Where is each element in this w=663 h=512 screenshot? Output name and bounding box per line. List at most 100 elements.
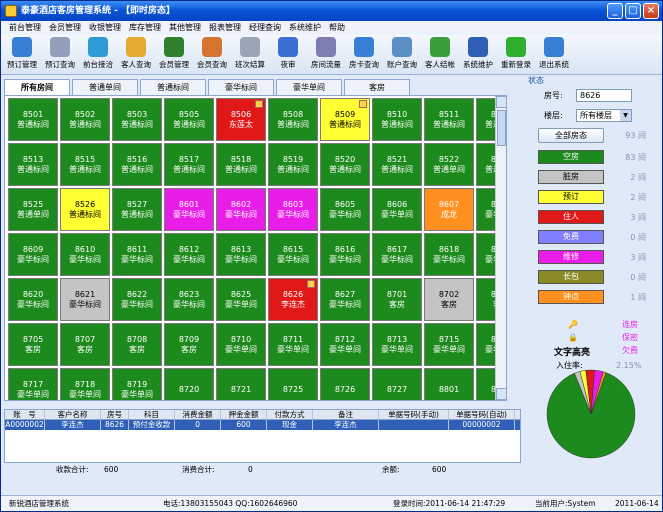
tab[interactable]: 普通单间 <box>72 79 138 95</box>
room-tile[interactable]: 8605 豪华标间 <box>320 188 370 231</box>
room-tile[interactable]: 8505 普通标间 <box>164 98 214 141</box>
room-tile[interactable]: 8709 客房 <box>164 323 214 366</box>
room-tile[interactable]: 8518 普通标间 <box>216 143 266 186</box>
toolbar-button[interactable]: 客人查询 <box>117 35 155 75</box>
toolbar-button[interactable]: 预订管理 <box>3 35 41 75</box>
room-tile[interactable]: 8526 普通标间 <box>60 188 110 231</box>
tab[interactable]: 豪华标间 <box>208 79 274 95</box>
room-tile[interactable]: 8701 客房 <box>372 278 422 321</box>
toolbar-button[interactable]: 退出系统 <box>535 35 573 75</box>
close-button[interactable]: × <box>643 3 659 19</box>
toolbar-button[interactable]: 客人结帐 <box>421 35 459 75</box>
room-tile[interactable]: 8620 豪华标间 <box>8 278 58 321</box>
toolbar-button[interactable]: 账户查询 <box>383 35 421 75</box>
ledger-header[interactable]: 单据号码(自动) <box>449 410 515 419</box>
legend-0[interactable]: 空房 <box>538 150 604 164</box>
menu-item[interactable]: 经理查询 <box>245 21 285 35</box>
legend-6[interactable]: 长包 <box>538 270 604 284</box>
room-tile[interactable]: 8622 豪华标间 <box>112 278 162 321</box>
maximize-button[interactable]: □ <box>625 3 641 19</box>
room-tile[interactable]: 8702 客房 <box>424 278 474 321</box>
room-tile[interactable]: 8607 成龙 <box>424 188 474 231</box>
room-tile[interactable]: 8511 普通标间 <box>424 98 474 141</box>
room-tile[interactable]: 8610 豪华标间 <box>60 233 110 276</box>
scroll-thumb[interactable] <box>497 110 506 146</box>
room-tile[interactable]: 8612 豪华标间 <box>164 233 214 276</box>
menu-item[interactable]: 会员管理 <box>45 21 85 35</box>
toolbar-button[interactable]: 房卡查询 <box>345 35 383 75</box>
room-tile[interactable]: 8503 普通标间 <box>112 98 162 141</box>
room-tile[interactable]: 8712 豪华单间 <box>320 323 370 366</box>
room-tile[interactable]: 8509 普通标间 <box>320 98 370 141</box>
room-tile[interactable]: 8513 普通标间 <box>8 143 58 186</box>
room-tile[interactable]: 8727 <box>372 368 422 400</box>
tab[interactable]: 普通标间 <box>140 79 206 95</box>
ledger-header[interactable]: 账 号 <box>5 410 45 419</box>
ledger-header[interactable]: 客户名称 <box>45 410 101 419</box>
ledger-header[interactable]: 备注 <box>313 410 379 419</box>
room-tile[interactable]: 8510 普通标间 <box>372 98 422 141</box>
legend-5[interactable]: 维修 <box>538 250 604 264</box>
room-tile[interactable]: 8710 豪华单间 <box>216 323 266 366</box>
legend-1[interactable]: 脏房 <box>538 170 604 184</box>
menu-item[interactable]: 报表管理 <box>205 21 245 35</box>
tab[interactable]: 所有房间 <box>4 79 70 95</box>
room-tile[interactable]: 8623 豪华标间 <box>164 278 214 321</box>
scroll-down-arrow[interactable] <box>496 388 506 400</box>
room-tile[interactable]: 8627 豪华标间 <box>320 278 370 321</box>
ledger-row[interactable]: A0000002 李连杰 8626 预付金收款 0 600 现金 李连杰 00000002 <box>5 420 520 430</box>
room-tile[interactable]: 8801 <box>424 368 474 400</box>
menu-item[interactable]: 其他管理 <box>165 21 205 35</box>
room-tile[interactable]: 8618 豪华标间 <box>424 233 474 276</box>
toolbar-button[interactable]: 会员管理 <box>155 35 193 75</box>
floor-select[interactable]: 所有楼层 ▼ <box>576 109 632 122</box>
room-tile[interactable]: 8720 <box>164 368 214 400</box>
vertical-scrollbar[interactable] <box>495 96 506 400</box>
room-tile[interactable]: 8515 普通标间 <box>60 143 110 186</box>
toolbar-button[interactable]: 班次结算 <box>231 35 269 75</box>
room-tile[interactable]: 8613 豪华标间 <box>216 233 266 276</box>
ledger-header[interactable]: 押金金额 <box>221 410 267 419</box>
room-tile[interactable]: 8615 豪华标间 <box>268 233 318 276</box>
room-tile[interactable]: 8705 客房 <box>8 323 58 366</box>
room-tile[interactable]: 8625 豪华单间 <box>216 278 266 321</box>
toolbar-button[interactable]: 前台接洽 <box>79 35 117 75</box>
ledger-header[interactable]: 消费金额 <box>175 410 221 419</box>
chevron-down-icon[interactable]: ▼ <box>620 110 631 121</box>
room-tile[interactable]: 8527 普通标间 <box>112 188 162 231</box>
room-tile[interactable]: 8506 东莲太 <box>216 98 266 141</box>
minimize-button[interactable]: _ <box>607 3 623 19</box>
tab[interactable]: 客房 <box>344 79 410 95</box>
legend-4[interactable]: 免费 <box>538 230 604 244</box>
legend-2[interactable]: 预订 <box>538 190 604 204</box>
room-tile[interactable]: 8611 豪华标间 <box>112 233 162 276</box>
menu-item[interactable]: 前台管理 <box>5 21 45 35</box>
room-tile[interactable]: 8707 客房 <box>60 323 110 366</box>
room-tile[interactable]: 8519 普通标间 <box>268 143 318 186</box>
menu-item[interactable]: 系统维护 <box>285 21 325 35</box>
room-tile[interactable]: 8520 普通标间 <box>320 143 370 186</box>
room-number-input[interactable]: 8626 <box>576 89 632 102</box>
room-tile[interactable]: 8606 豪华单间 <box>372 188 422 231</box>
room-tile[interactable]: 8711 豪华单间 <box>268 323 318 366</box>
room-tile[interactable]: 8517 普通标间 <box>164 143 214 186</box>
menu-item[interactable]: 帮助 <box>325 21 349 35</box>
toolbar-button[interactable]: 夜审 <box>269 35 307 75</box>
room-tile[interactable]: 8718 豪华单间 <box>60 368 110 400</box>
room-tile[interactable]: 8525 普通单间 <box>8 188 58 231</box>
toolbar-button[interactable]: 房间流量 <box>307 35 345 75</box>
all-status-button[interactable]: 全部房态 <box>538 128 604 143</box>
room-tile[interactable]: 8522 普通单间 <box>424 143 474 186</box>
menu-item[interactable]: 收银管理 <box>85 21 125 35</box>
room-tile[interactable]: 8508 普通标间 <box>268 98 318 141</box>
room-tile[interactable]: 8616 豪华标间 <box>320 233 370 276</box>
room-tile[interactable]: 8621 豪华标间 <box>60 278 110 321</box>
room-tile[interactable]: 8603 豪华标间 <box>268 188 318 231</box>
room-tile[interactable]: 8602 豪华标间 <box>216 188 266 231</box>
room-tile[interactable]: 8609 豪华标间 <box>8 233 58 276</box>
toolbar-button[interactable]: 会员查询 <box>193 35 231 75</box>
room-tile[interactable]: 8617 豪华标间 <box>372 233 422 276</box>
scroll-up-arrow[interactable] <box>496 96 506 108</box>
ledger-header[interactable]: 单据号码(手动) <box>379 410 449 419</box>
toolbar-button[interactable]: 预订查询 <box>41 35 79 75</box>
